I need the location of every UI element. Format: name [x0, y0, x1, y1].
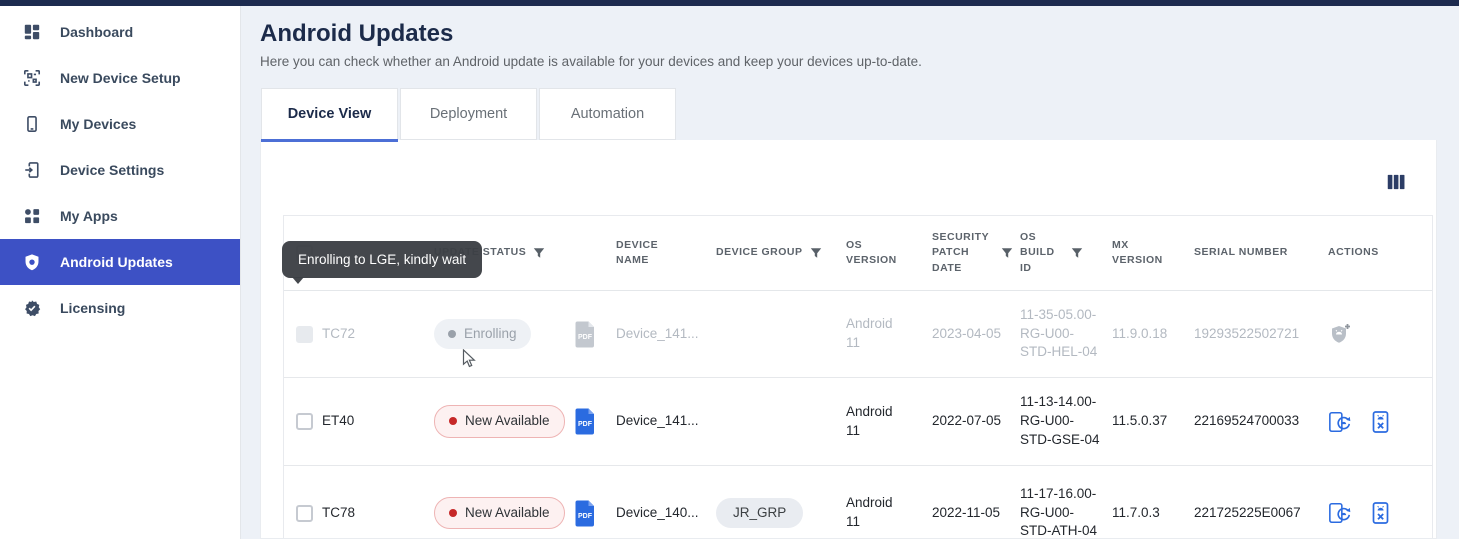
model-cell: ET40	[322, 412, 434, 431]
row-checkbox[interactable]	[296, 413, 313, 430]
enrolling-tooltip: Enrolling to LGE, kindly wait	[282, 241, 482, 278]
column-header-device-name: DEVICE NAME	[616, 238, 716, 268]
status-dot	[448, 330, 456, 338]
pdf-report-icon[interactable]: PDF	[574, 500, 597, 527]
column-header-serial-number: SERIAL NUMBER	[1194, 245, 1328, 260]
tab-deployment[interactable]: Deployment	[400, 88, 537, 139]
android-shield-icon	[22, 252, 42, 272]
os-version-cell: Android 11	[846, 315, 906, 353]
sidebar-item-device-settings[interactable]: Device Settings	[0, 147, 240, 193]
apps-icon	[22, 206, 42, 226]
pdf-report-icon: PDF	[574, 321, 597, 348]
sidebar-item-label: My Devices	[60, 116, 136, 132]
column-selector-icon[interactable]	[1385, 171, 1407, 193]
serial-number-cell: 22169524700033	[1194, 412, 1328, 431]
table-row: TC78 New Available PDF Device_140... JR_…	[284, 466, 1432, 539]
security-patch-date-cell: 2022-11-05	[932, 504, 1020, 523]
column-header-device-group: DEVICE GROUP	[716, 245, 846, 260]
qr-scanner-icon	[22, 68, 42, 88]
device-settings-icon	[22, 160, 42, 180]
column-header-os-version: OS VERSION	[846, 238, 932, 268]
model-cell: TC72	[322, 325, 434, 344]
filter-icon[interactable]	[810, 247, 822, 259]
page-title: Android Updates	[260, 20, 453, 48]
os-update-cancel-icon[interactable]	[1369, 501, 1393, 525]
column-header-security-patch-date: SECURITY PATCH DATE	[932, 230, 1020, 276]
status-badge: New Available	[434, 405, 565, 438]
svg-text:PDF: PDF	[578, 421, 593, 428]
security-patch-date-cell: 2023-04-05	[932, 325, 1020, 344]
device-name-cell: Device_141...	[616, 325, 716, 344]
os-update-refresh-icon[interactable]	[1328, 501, 1352, 525]
serial-number-cell: 221725225E0067	[1194, 504, 1328, 523]
license-badge-icon	[22, 298, 42, 318]
page-subtitle: Here you can check whether an Android up…	[260, 54, 922, 69]
tab-automation[interactable]: Automation	[539, 88, 676, 139]
device-name-cell: Device_140...	[616, 504, 716, 523]
device-group-pill: JR_GRP	[716, 498, 803, 529]
dashboard-icon	[22, 22, 42, 42]
column-header-os-build-id: OS BUILD ID	[1020, 230, 1112, 276]
sidebar-item-my-devices[interactable]: My Devices	[0, 101, 240, 147]
table-row: TC72 Enrolling PDF Device_141... Android…	[284, 291, 1432, 378]
sidebar-item-label: Licensing	[60, 300, 125, 316]
svg-text:PDF: PDF	[578, 334, 593, 341]
os-build-id-cell: 11-13-14.00-RG-U00-STD-GSE-04	[1020, 393, 1112, 450]
sidebar: Dashboard New Device Setup My Devices De…	[0, 6, 241, 539]
sidebar-item-new-device-setup[interactable]: New Device Setup	[0, 55, 240, 101]
svg-text:PDF: PDF	[578, 513, 593, 520]
column-header-actions: ACTIONS	[1328, 245, 1424, 260]
os-version-cell: Android 11	[846, 403, 906, 441]
sidebar-item-label: Dashboard	[60, 24, 133, 40]
status-dot	[449, 417, 457, 425]
sidebar-item-licensing[interactable]: Licensing	[0, 285, 240, 331]
status-dot	[449, 509, 457, 517]
serial-number-cell: 19293522502721	[1194, 325, 1328, 344]
enroll-shield-plus-icon	[1328, 322, 1352, 346]
tab-device-view[interactable]: Device View	[261, 88, 398, 139]
row-checkbox	[296, 326, 313, 343]
status-badge: Enrolling	[434, 319, 531, 350]
table-row: ET40 New Available PDF Device_141... And…	[284, 378, 1432, 466]
sidebar-item-my-apps[interactable]: My Apps	[0, 193, 240, 239]
column-header-mx-version: MX VERSION	[1112, 238, 1194, 268]
os-version-cell: Android 11	[846, 494, 906, 532]
os-build-id-cell: 11-17-16.00-RG-U00-STD-ATH-04	[1020, 485, 1112, 539]
os-update-refresh-icon[interactable]	[1328, 410, 1352, 434]
filter-icon[interactable]	[1071, 247, 1083, 259]
sidebar-item-dashboard[interactable]: Dashboard	[0, 9, 240, 55]
sidebar-item-label: Android Updates	[60, 254, 173, 270]
row-checkbox[interactable]	[296, 505, 313, 522]
top-bar	[0, 0, 1459, 6]
device-name-cell: Device_141...	[616, 412, 716, 431]
security-patch-date-cell: 2022-07-05	[932, 412, 1020, 431]
tab-bar: Device View Deployment Automation	[261, 88, 676, 139]
os-build-id-cell: 11-35-05.00-RG-U00-STD-HEL-04	[1020, 306, 1112, 363]
mx-version-cell: 11.7.0.3	[1112, 504, 1194, 523]
pdf-report-icon[interactable]: PDF	[574, 408, 597, 435]
model-cell: TC78	[322, 504, 434, 523]
status-badge: New Available	[434, 497, 565, 530]
mx-version-cell: 11.9.0.18	[1112, 325, 1194, 344]
sidebar-item-label: New Device Setup	[60, 70, 181, 86]
filter-icon[interactable]	[533, 247, 545, 259]
smartphone-icon	[22, 114, 42, 134]
mx-version-cell: 11.5.0.37	[1112, 412, 1194, 431]
device-view-panel: UPDATE STATUS DEVICE NAME DEVICE GROUP O…	[260, 140, 1437, 539]
sidebar-item-android-updates[interactable]: Android Updates	[0, 239, 240, 285]
os-update-cancel-icon[interactable]	[1369, 410, 1393, 434]
sidebar-item-label: Device Settings	[60, 162, 164, 178]
filter-icon[interactable]	[1001, 247, 1013, 259]
sidebar-item-label: My Apps	[60, 208, 118, 224]
